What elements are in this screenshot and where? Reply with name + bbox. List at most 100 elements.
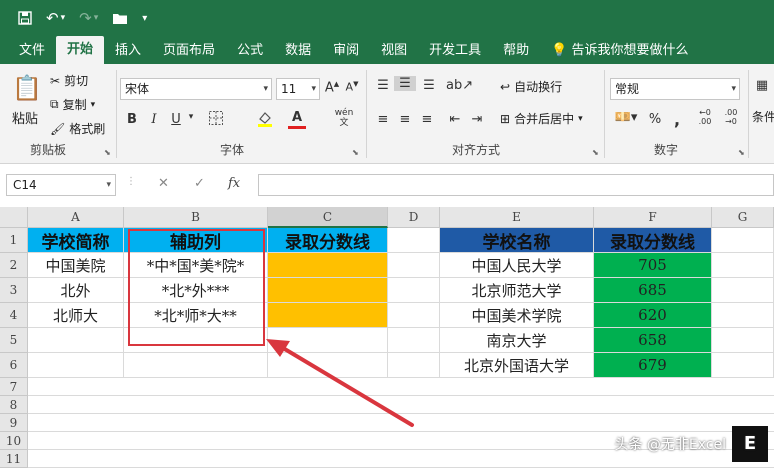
- clipboard-launcher-icon[interactable]: ⬊: [104, 148, 111, 157]
- phonetic-icon[interactable]: wén 文: [334, 108, 354, 128]
- underline-button[interactable]: U: [168, 112, 184, 127]
- cell-f4[interactable]: 620: [594, 303, 712, 328]
- font-size-select[interactable]: 11 ▾: [276, 78, 320, 100]
- column-header-b[interactable]: B: [124, 207, 268, 228]
- merge-center-button[interactable]: ⊞ 合并后居中 ▾: [500, 110, 583, 127]
- column-header-c[interactable]: C: [268, 207, 388, 228]
- increase-font-icon[interactable]: A▲: [324, 80, 340, 95]
- cell-g2[interactable]: [712, 253, 774, 278]
- cell-b1[interactable]: 辅助列: [124, 228, 268, 253]
- cell-a3[interactable]: 北外: [28, 278, 124, 303]
- cell-d1[interactable]: [388, 228, 440, 253]
- tab-insert[interactable]: 插入: [104, 38, 152, 64]
- align-top-icon[interactable]: ☰: [374, 78, 392, 93]
- format-painter-button[interactable]: 🖌 格式刷: [50, 120, 105, 137]
- copy-button[interactable]: ⧉ 复制 ▾: [50, 96, 95, 113]
- cell-f6[interactable]: 679: [594, 353, 712, 378]
- undo-icon[interactable]: ↶ ▾: [46, 9, 65, 27]
- row-header-11[interactable]: 11: [0, 450, 28, 468]
- paste-button[interactable]: 粘贴: [12, 108, 38, 127]
- row-header-4[interactable]: 4: [0, 303, 28, 328]
- fill-color-icon[interactable]: [254, 110, 276, 132]
- save-icon[interactable]: [18, 11, 32, 25]
- align-center-icon[interactable]: ≡: [396, 112, 414, 127]
- number-launcher-icon[interactable]: ⬊: [738, 148, 745, 157]
- tell-me-search[interactable]: 💡 告诉我你想要做什么: [540, 38, 699, 64]
- cell-e1[interactable]: 学校名称: [440, 228, 594, 253]
- customize-icon[interactable]: ▾: [142, 13, 147, 24]
- insert-function-icon[interactable]: fx: [228, 176, 240, 191]
- cell-c2[interactable]: [268, 253, 388, 278]
- orientation-icon[interactable]: ab↗: [446, 78, 473, 93]
- column-header-e[interactable]: E: [440, 207, 594, 228]
- row-header-1[interactable]: 1: [0, 228, 28, 253]
- name-box[interactable]: C14 ▾: [6, 174, 116, 196]
- tab-page-layout[interactable]: 页面布局: [152, 38, 226, 64]
- cell-a2[interactable]: 中国美院: [28, 253, 124, 278]
- row-header-2[interactable]: 2: [0, 253, 28, 278]
- column-header-g[interactable]: G: [712, 207, 774, 228]
- tab-file[interactable]: 文件: [8, 38, 56, 64]
- formula-input[interactable]: [258, 174, 774, 196]
- cell-d4[interactable]: [388, 303, 440, 328]
- tab-view[interactable]: 视图: [370, 38, 418, 64]
- cell-e3[interactable]: 北京师范大学: [440, 278, 594, 303]
- enter-icon[interactable]: ✓: [194, 176, 205, 191]
- cell-a1[interactable]: 学校简称: [28, 228, 124, 253]
- decrease-font-icon[interactable]: A▼: [344, 80, 360, 94]
- cell-f2[interactable]: 705: [594, 253, 712, 278]
- wrap-text-button[interactable]: ↩ 自动换行: [500, 78, 562, 95]
- cell-b5[interactable]: [124, 328, 268, 353]
- row-header-3[interactable]: 3: [0, 278, 28, 303]
- cell-g1[interactable]: [712, 228, 774, 253]
- align-right-icon[interactable]: ≡: [418, 112, 436, 127]
- align-bottom-icon[interactable]: ☰: [420, 78, 438, 93]
- cell-a5[interactable]: [28, 328, 124, 353]
- cell-b2[interactable]: *中*国*美*院*: [124, 253, 268, 278]
- cell-c3[interactable]: [268, 278, 388, 303]
- decrease-indent-icon[interactable]: ⇤: [446, 112, 464, 127]
- cell-f1[interactable]: 录取分数线: [594, 228, 712, 253]
- tab-developer[interactable]: 开发工具: [418, 38, 492, 64]
- cancel-icon[interactable]: ✕: [158, 176, 169, 191]
- underline-dropdown-icon[interactable]: ▾: [186, 112, 196, 122]
- cell-b4[interactable]: *北*师*大**: [124, 303, 268, 328]
- number-format-select[interactable]: 常规 ▾: [610, 78, 740, 100]
- percent-button[interactable]: %: [648, 112, 662, 127]
- column-header-a[interactable]: A: [28, 207, 124, 228]
- conditional-format-button[interactable]: 条件: [752, 108, 774, 125]
- cell-c4[interactable]: [268, 303, 388, 328]
- tab-data[interactable]: 数据: [274, 38, 322, 64]
- cell-e2[interactable]: 中国人民大学: [440, 253, 594, 278]
- tab-formulas[interactable]: 公式: [226, 38, 274, 64]
- cell-b3[interactable]: *北*外***: [124, 278, 268, 303]
- cell-a4[interactable]: 北师大: [28, 303, 124, 328]
- cell-e5[interactable]: 南京大学: [440, 328, 594, 353]
- increase-indent-icon[interactable]: ⇥: [468, 112, 486, 127]
- conditional-format-icon[interactable]: ▦: [752, 78, 772, 93]
- cell-g4[interactable]: [712, 303, 774, 328]
- tab-home[interactable]: 开始: [56, 36, 105, 64]
- cell-g5[interactable]: [712, 328, 774, 353]
- row-header-9[interactable]: 9: [0, 414, 28, 432]
- cell-g3[interactable]: [712, 278, 774, 303]
- cell-b6[interactable]: [124, 353, 268, 378]
- borders-icon[interactable]: [206, 110, 226, 130]
- cell-f3[interactable]: 685: [594, 278, 712, 303]
- column-header-d[interactable]: D: [388, 207, 440, 228]
- redo-icon[interactable]: ↷ ▾: [79, 9, 98, 27]
- cell-f5[interactable]: 658: [594, 328, 712, 353]
- row-header-8[interactable]: 8: [0, 396, 28, 414]
- font-launcher-icon[interactable]: ⬊: [352, 148, 359, 157]
- align-middle-icon[interactable]: ☰: [394, 76, 416, 91]
- font-name-select[interactable]: 宋体 ▾: [120, 78, 272, 100]
- open-folder-icon[interactable]: [112, 12, 128, 25]
- row-header-7[interactable]: 7: [0, 378, 28, 396]
- cell-d2[interactable]: [388, 253, 440, 278]
- tab-help[interactable]: 帮助: [492, 38, 540, 64]
- cell-a6[interactable]: [28, 353, 124, 378]
- row-header-5[interactable]: 5: [0, 328, 28, 353]
- cell-c1[interactable]: 录取分数线: [268, 228, 388, 253]
- decrease-decimal-icon[interactable]: .00 →0: [720, 108, 742, 126]
- cell-e4[interactable]: 中国美术学院: [440, 303, 594, 328]
